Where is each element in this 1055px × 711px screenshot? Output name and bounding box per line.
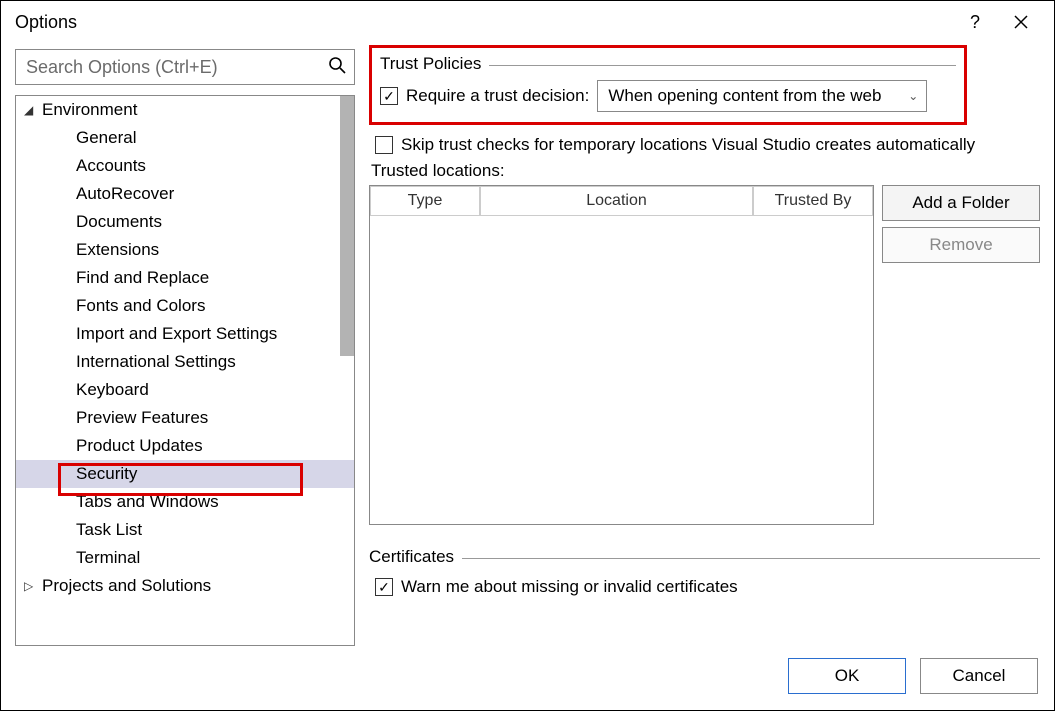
remove-button[interactable]: Remove — [882, 227, 1040, 263]
help-button[interactable]: ? — [952, 1, 998, 43]
tree-item-general[interactable]: General — [16, 124, 354, 152]
collapse-icon: ▷ — [24, 579, 42, 593]
trusted-locations-table[interactable]: Type Location Trusted By — [369, 185, 874, 525]
checkbox-require-trust[interactable]: ✓ — [380, 87, 398, 105]
select-trust-decision[interactable]: When opening content from the web ⌄ — [597, 80, 927, 112]
label-skip-trust: Skip trust checks for temporary location… — [401, 135, 975, 155]
tree-item-preview-features[interactable]: Preview Features — [16, 404, 354, 432]
label-warn-cert: Warn me about missing or invalid certifi… — [401, 577, 738, 597]
close-button[interactable] — [998, 1, 1044, 43]
tree-scrollbar[interactable] — [340, 96, 354, 356]
tree-item-tabs-windows[interactable]: Tabs and Windows — [16, 488, 354, 516]
col-trusted-by[interactable]: Trusted By — [753, 186, 873, 216]
tree-node-environment[interactable]: ◢ Environment — [16, 96, 354, 124]
ok-button[interactable]: OK — [788, 658, 906, 694]
tree-item-fonts-colors[interactable]: Fonts and Colors — [16, 292, 354, 320]
tree-item-find-replace[interactable]: Find and Replace — [16, 264, 354, 292]
tree-item-security[interactable]: Security — [16, 460, 354, 488]
group-trust-policies: Trust Policies — [380, 54, 481, 74]
label-require-trust: Require a trust decision: — [406, 86, 589, 106]
close-icon — [1013, 14, 1029, 30]
search-icon — [320, 56, 354, 79]
checkbox-warn-cert[interactable]: ✓ — [375, 578, 393, 596]
tree-item-accounts[interactable]: Accounts — [16, 152, 354, 180]
search-input[interactable] — [16, 57, 320, 78]
tree-node-projects-solutions[interactable]: ▷ Projects and Solutions — [16, 572, 354, 600]
tree-item-autorecover[interactable]: AutoRecover — [16, 180, 354, 208]
tree-item-terminal[interactable]: Terminal — [16, 544, 354, 572]
col-location[interactable]: Location — [480, 186, 753, 216]
cancel-button[interactable]: Cancel — [920, 658, 1038, 694]
add-folder-button[interactable]: Add a Folder — [882, 185, 1040, 221]
col-type[interactable]: Type — [370, 186, 480, 216]
tree-item-extensions[interactable]: Extensions — [16, 236, 354, 264]
chevron-down-icon: ⌄ — [908, 89, 918, 103]
tree-item-import-export[interactable]: Import and Export Settings — [16, 320, 354, 348]
tree-item-documents[interactable]: Documents — [16, 208, 354, 236]
window-title: Options — [15, 12, 77, 33]
tree-item-task-list[interactable]: Task List — [16, 516, 354, 544]
tree-item-international[interactable]: International Settings — [16, 348, 354, 376]
tree-item-product-updates[interactable]: Product Updates — [16, 432, 354, 460]
search-box[interactable] — [15, 49, 355, 85]
options-dialog: Options ? ◢ — [0, 0, 1055, 711]
divider — [462, 558, 1040, 559]
divider — [489, 65, 956, 66]
highlight-trust-policies: Trust Policies ✓ Require a trust decisio… — [369, 45, 967, 125]
label-trusted-locations: Trusted locations: — [371, 161, 1040, 181]
tree-item-keyboard[interactable]: Keyboard — [16, 376, 354, 404]
expand-icon: ◢ — [24, 103, 42, 117]
group-certificates: Certificates — [369, 547, 454, 567]
options-tree[interactable]: ◢ Environment General Accounts AutoRecov… — [15, 95, 355, 646]
titlebar: Options ? — [1, 1, 1054, 43]
checkbox-skip-trust[interactable] — [375, 136, 393, 154]
